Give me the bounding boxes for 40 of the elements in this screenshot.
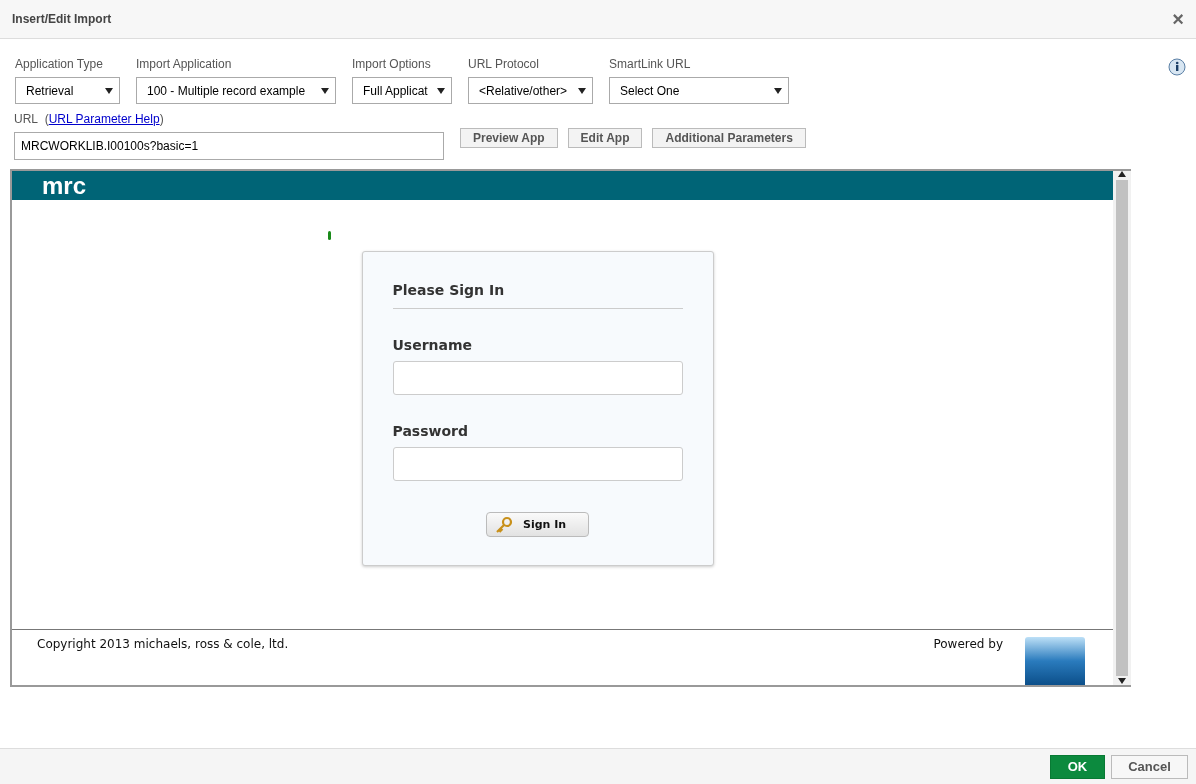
down-arrow-icon (774, 87, 782, 94)
down-arrow-icon (105, 87, 113, 94)
card-title: Please Sign In (392, 282, 683, 309)
url-label: URL (URL Parameter Help) (14, 112, 165, 126)
info-icon[interactable] (1168, 58, 1186, 76)
up-arrow-icon (1118, 171, 1126, 177)
text-input[interactable] (392, 447, 683, 481)
dropdown[interactable]: Select One (609, 77, 789, 104)
down-arrow-icon (437, 87, 445, 94)
key-icon (495, 515, 513, 534)
field-label: Username (392, 337, 474, 353)
cancel-button[interactable]: Cancel (1111, 754, 1188, 779)
logo: mrc (42, 171, 87, 200)
action-button[interactable]: Preview App (460, 128, 558, 148)
field-label: Password (392, 423, 469, 439)
powered-by-text: Powered by (933, 637, 1003, 653)
scrollbar[interactable] (1113, 171, 1131, 685)
field-label: Import Options (352, 57, 432, 71)
down-arrow-icon (321, 87, 329, 94)
text-input[interactable] (392, 361, 683, 395)
dropdown[interactable]: <Relative/other> (468, 77, 593, 104)
field-label: SmartLink URL (609, 57, 692, 71)
url-input[interactable]: MRCWORKLIB.I00100s?basic=1 (14, 132, 444, 160)
dropdown[interactable]: Retrieval (15, 77, 120, 104)
dropdown[interactable]: 100 - Multiple record example (136, 77, 336, 104)
copyright-text: Copyright 2013 michaels, ross & cole, ltd. (37, 637, 289, 653)
loading-mark (328, 231, 331, 240)
dropdown[interactable]: Full Applicat (352, 77, 452, 104)
logo-image (1025, 637, 1085, 685)
down-arrow-icon (1118, 678, 1126, 684)
ok-button[interactable]: OK (1050, 754, 1105, 779)
action-button[interactable]: Additional Parameters (652, 128, 806, 148)
dialog-title: Insert/Edit Import (12, 12, 112, 26)
sign-in-button[interactable]: Sign In (486, 512, 589, 537)
field-label: URL Protocol (468, 57, 540, 71)
field-label: Application Type (15, 57, 104, 71)
close-button[interactable]: × (1172, 7, 1184, 31)
down-arrow-icon (578, 87, 586, 94)
action-button[interactable]: Edit App (567, 128, 643, 148)
field-label: Import Application (136, 57, 233, 71)
